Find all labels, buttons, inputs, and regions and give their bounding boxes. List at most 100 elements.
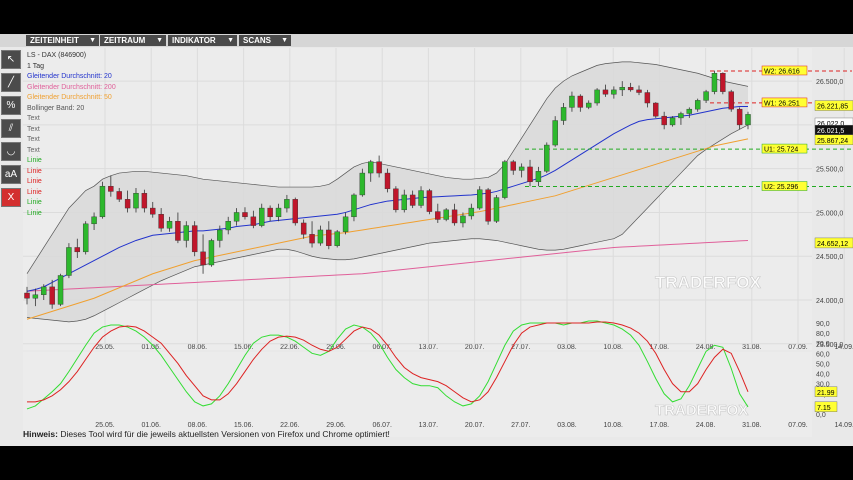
x-tick-label: 08.06. xyxy=(188,344,208,351)
oscillator-y-tick-label: 90,0 xyxy=(816,321,830,328)
legend-item[interactable]: Linie xyxy=(27,156,116,167)
legend-item[interactable]: Text xyxy=(27,125,116,136)
candle-down xyxy=(158,214,164,229)
candle-up xyxy=(368,161,374,174)
legend-item[interactable]: Linie xyxy=(27,209,116,220)
x-tick-label: 10.08. xyxy=(603,344,623,351)
candle-up xyxy=(401,194,407,211)
price-label: 26.021,5 xyxy=(814,124,853,136)
legend-item[interactable]: Linie xyxy=(27,198,116,209)
candle-down xyxy=(150,207,156,215)
candle-down xyxy=(393,188,399,211)
candle-up xyxy=(217,229,223,241)
candle-down xyxy=(577,95,584,108)
candle-down xyxy=(309,234,315,244)
candle-down xyxy=(175,221,181,241)
candle-down xyxy=(527,166,533,183)
level-label: U2: 25.296 xyxy=(761,181,808,191)
candle-up xyxy=(41,286,47,295)
price-label: 26.221,85 xyxy=(814,100,853,111)
oscillator-x-tick-label: 06.07. xyxy=(372,422,392,429)
level-label-text: W2: 26.616 xyxy=(764,68,800,75)
legend-item[interactable]: Text xyxy=(27,114,116,125)
candle-down xyxy=(250,216,257,226)
x-tick-label: 01.06. xyxy=(141,344,161,351)
candle-up xyxy=(477,189,483,209)
legend-item[interactable]: Linie xyxy=(27,188,116,199)
hint-bar: Hinweis: Dieses Tool wird für die jeweil… xyxy=(23,429,390,439)
legend-item[interactable]: Gleitender Durchschnitt: 200 xyxy=(27,83,116,94)
candle-down xyxy=(300,222,307,235)
oscillator-x-tick-label: 25.05. xyxy=(95,422,115,429)
legend-item[interactable]: Gleitender Durchschnitt: 20 xyxy=(27,72,116,83)
candle-down xyxy=(485,189,491,222)
candle-up xyxy=(745,114,751,126)
candle-up xyxy=(342,216,349,232)
candle-up xyxy=(460,215,466,224)
oscillator-x-tick-label: 03.08. xyxy=(557,422,577,429)
candle-up xyxy=(594,89,600,104)
candle-up xyxy=(66,247,72,276)
oscillator-x-tick-label: 24.08. xyxy=(696,422,716,429)
legend-item[interactable]: Linie xyxy=(27,177,116,188)
candle-up xyxy=(569,95,575,108)
y-tick-label: 24.000,0 xyxy=(816,298,843,305)
x-tick-label: 07.09. xyxy=(788,344,808,351)
chart-app: ZEITEINHEIT ▼ ZEITRAUM ▼ INDIKATOR ▼ SCANS ▼… xyxy=(0,34,853,446)
candle-down xyxy=(24,292,30,299)
oscillator-value-label-text: 21.99 xyxy=(817,390,835,397)
candle-down xyxy=(426,190,433,212)
candle-up xyxy=(82,223,89,253)
x-tick-label: 03.08. xyxy=(557,344,577,351)
oscillator-x-tick-label: 01.06. xyxy=(141,422,161,429)
legend-item[interactable]: Text xyxy=(27,135,116,146)
price-label-text: 26.021,5 xyxy=(817,128,844,135)
candle-down xyxy=(242,212,248,218)
legend-item[interactable]: Linie xyxy=(27,167,116,178)
candle-up xyxy=(183,225,190,241)
candle-down xyxy=(116,191,122,200)
candle-up xyxy=(225,221,231,231)
oscillator-value-label: 21.99 xyxy=(814,386,838,397)
candle-down xyxy=(435,211,441,220)
candle-down xyxy=(49,286,55,305)
candle-up xyxy=(502,161,508,198)
legend-item[interactable]: Bollinger Band: 20 xyxy=(27,104,116,115)
candle-up xyxy=(284,199,290,209)
x-tick-label: 13.07. xyxy=(419,344,439,351)
candle-up xyxy=(468,207,475,217)
y-tick-label: 25.500,0 xyxy=(816,167,843,174)
candle-up xyxy=(611,89,617,95)
candle-down xyxy=(736,108,743,126)
oscillator-y-tick-label: 70,0 xyxy=(816,341,830,348)
chart-area[interactable]: 25.05. 25.05. 01.06. 01.06. 08.06. 08.06. 15.0… xyxy=(0,34,853,446)
price-label: 24.652,12 xyxy=(814,237,853,249)
candle-up xyxy=(133,192,139,209)
oscillator-y-tick-label: 60,0 xyxy=(816,351,830,358)
candle-down xyxy=(602,89,609,95)
candle-down xyxy=(200,251,206,266)
candle-up xyxy=(619,87,625,91)
oscillator-x-tick-label: 10.08. xyxy=(603,422,623,429)
candle-down xyxy=(292,199,298,224)
candle-up xyxy=(560,107,567,121)
hint-text: Dieses Tool wird für die jeweils aktuell… xyxy=(57,429,390,439)
candle-up xyxy=(166,221,173,229)
oscillator-x-tick-label: 17.08. xyxy=(650,422,670,429)
x-tick-label: 24.08. xyxy=(696,344,716,351)
oscillator-x-tick-label: 20.07. xyxy=(465,422,485,429)
legend-item[interactable]: Text xyxy=(27,146,116,157)
oscillator-x-tick-label: 27.07. xyxy=(511,422,531,429)
candle-up xyxy=(518,166,525,171)
candle-down xyxy=(409,194,416,206)
candle-up xyxy=(317,229,324,244)
level-label: W1: 26.251 xyxy=(761,97,808,107)
legend-item[interactable]: Gleitender Durchschnitt: 50 xyxy=(27,93,116,104)
candle-down xyxy=(376,161,382,174)
candle-up xyxy=(585,102,592,108)
candle-up xyxy=(694,100,701,110)
oscillator-x-tick-label: 07.09. xyxy=(788,422,808,429)
candle-down xyxy=(267,207,273,218)
price-label: 25.867,24 xyxy=(814,134,853,145)
candle-up xyxy=(552,120,558,146)
